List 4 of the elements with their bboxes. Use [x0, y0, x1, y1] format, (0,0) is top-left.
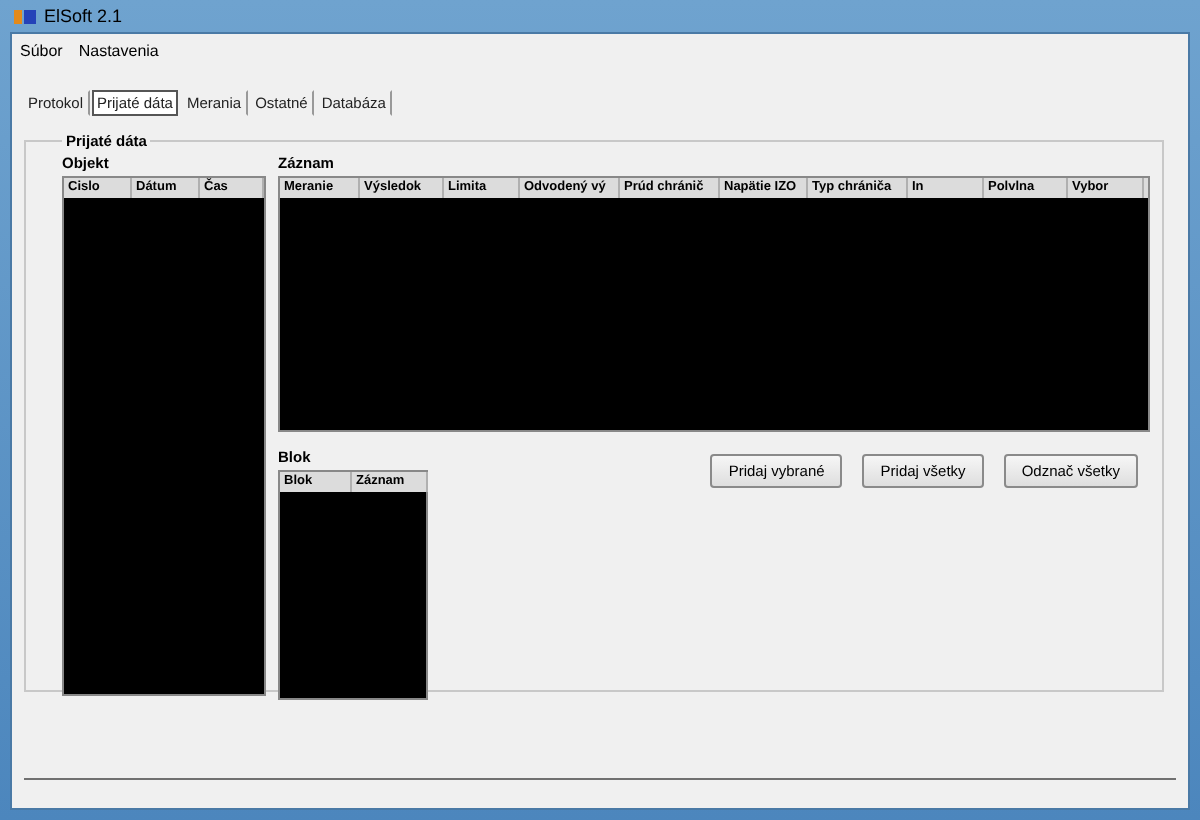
app-icon — [14, 7, 36, 25]
menu-item[interactable]: Súbor — [20, 41, 63, 59]
menu-item[interactable]: Nastavenia — [78, 41, 159, 59]
window-title: ElSoft 2.1 — [44, 6, 123, 26]
